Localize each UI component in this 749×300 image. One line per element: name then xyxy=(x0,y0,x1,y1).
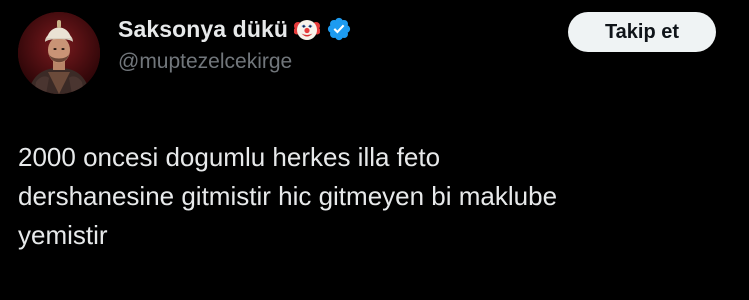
author-display-name[interactable]: Saksonya dükü xyxy=(118,16,288,43)
verified-badge-icon[interactable] xyxy=(326,16,352,42)
avatar[interactable] xyxy=(18,12,100,94)
tweet-text-line: yemistir xyxy=(18,220,108,250)
tweet-text-line: 2000 oncesi dogumlu herkes illa feto xyxy=(18,142,441,172)
author-name-row: Saksonya dükü xyxy=(118,14,352,44)
clown-face-icon xyxy=(293,16,321,42)
tweet-text: 2000 oncesi dogumlu herkes illa feto der… xyxy=(18,138,718,255)
tweet-card: Saksonya dükü @muptezelcekirge Takip et … xyxy=(0,0,749,300)
author-handle[interactable]: @muptezelcekirge xyxy=(118,50,292,74)
tweet-text-line: dershanesine gitmistir hic gitmeyen bi m… xyxy=(18,181,558,211)
follow-button[interactable]: Takip et xyxy=(568,12,716,52)
avatar-portrait-icon xyxy=(18,12,100,94)
